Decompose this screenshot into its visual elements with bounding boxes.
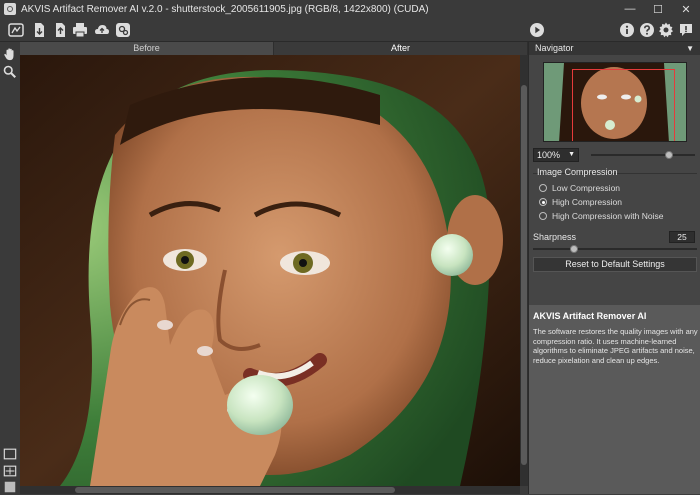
navigator-header[interactable]: Navigator ▼: [529, 42, 700, 55]
info-title: AKVIS Artifact Remover AI: [533, 311, 647, 321]
background-color-icon[interactable]: [2, 479, 18, 495]
collapse-arrow-icon[interactable]: ▼: [686, 42, 694, 55]
radio-button[interactable]: [539, 184, 547, 192]
run-icon[interactable]: [529, 22, 545, 38]
zoom-tool-icon[interactable]: [2, 64, 18, 80]
view-tabs: Before After: [20, 42, 528, 55]
save-icon[interactable]: [52, 22, 68, 38]
open-icon[interactable]: [31, 22, 47, 38]
chevron-down-icon: ▼: [568, 151, 575, 158]
notify-icon[interactable]: [678, 22, 694, 38]
window-title: AKVIS Artifact Remover AI v.2.0 - shutte…: [21, 3, 429, 15]
close-button[interactable]: ✕: [672, 0, 700, 18]
share-icon[interactable]: [94, 22, 110, 38]
minimize-button[interactable]: —: [616, 0, 644, 18]
radio-high-compression[interactable]: High Compression: [539, 196, 622, 208]
radio-button[interactable]: [539, 212, 547, 220]
left-toolbar: [0, 42, 20, 494]
horizontal-scrollbar[interactable]: [20, 486, 520, 494]
info-box: AKVIS Artifact Remover AI The software r…: [529, 305, 700, 494]
toolbar: [0, 18, 700, 42]
app-logo-icon: [4, 3, 16, 15]
navigator-preview[interactable]: [543, 62, 687, 142]
settings-icon[interactable]: [658, 22, 674, 38]
batch-icon[interactable]: [115, 22, 131, 38]
radio-button[interactable]: [539, 198, 547, 206]
help-icon[interactable]: [639, 22, 655, 38]
zoom-value: 100%: [537, 150, 561, 160]
sharpness-label: Sharpness: [533, 232, 577, 242]
sharpness-value[interactable]: 25: [669, 231, 695, 243]
single-view-icon[interactable]: [2, 446, 18, 462]
info-icon[interactable]: [619, 22, 635, 38]
title-bar: AKVIS Artifact Remover AI v.2.0 - shutte…: [0, 0, 700, 18]
sharpness-slider-knob[interactable]: [570, 245, 578, 253]
zoom-select[interactable]: 100% ▼: [533, 148, 579, 162]
vertical-scrollbar[interactable]: [520, 55, 528, 486]
maximize-button[interactable]: ☐: [644, 0, 672, 18]
settings-panel: Navigator ▼ 100% ▼ Image Compression Low …: [528, 42, 700, 494]
info-text: The software restores the quality images…: [533, 327, 698, 365]
zoom-slider-knob[interactable]: [665, 151, 673, 159]
sharpness-slider-track[interactable]: [533, 248, 697, 250]
radio-low-compression[interactable]: Low Compression: [539, 182, 620, 194]
split-view-icon[interactable]: [2, 463, 18, 479]
hand-tool-icon[interactable]: [2, 46, 18, 62]
zoom-slider-track[interactable]: [591, 154, 695, 156]
print-icon[interactable]: [72, 22, 88, 38]
navigator-title: Navigator: [535, 43, 574, 53]
compression-title: Image Compression: [537, 167, 618, 177]
portrait-photo: [20, 55, 520, 486]
navigator-view-frame[interactable]: [572, 69, 675, 141]
reset-defaults-button[interactable]: Reset to Default Settings: [533, 257, 697, 272]
tab-before[interactable]: Before: [20, 42, 274, 55]
workspace-icon[interactable]: [8, 22, 24, 38]
radio-high-compression-noise[interactable]: High Compression with Noise: [539, 210, 664, 222]
image-canvas[interactable]: [20, 55, 520, 486]
tab-after[interactable]: After: [274, 42, 528, 55]
